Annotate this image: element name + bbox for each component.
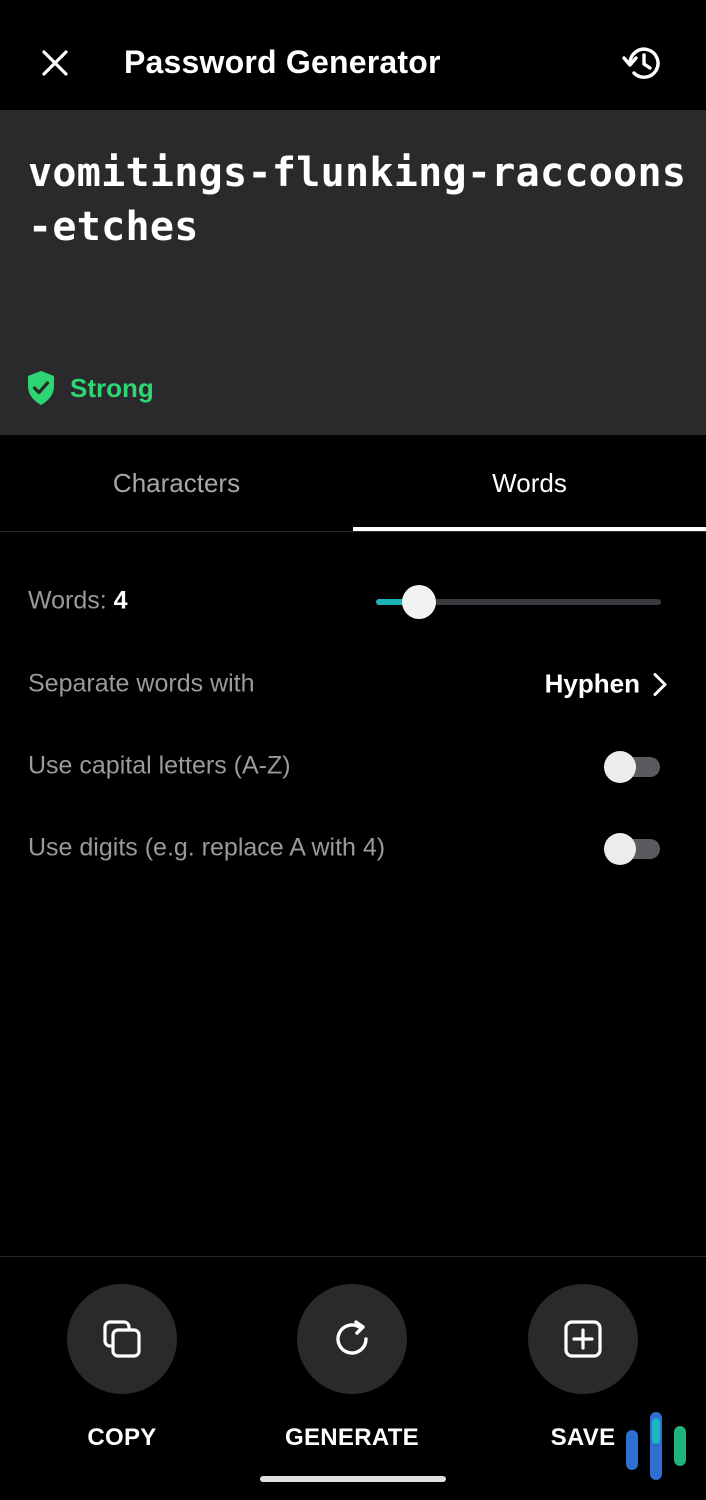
save-label: SAVE: [550, 1424, 616, 1451]
save-button-circle[interactable]: [528, 1284, 638, 1394]
password-generator-screen: Password Generator vomitings-flunking-ra…: [0, 0, 706, 1500]
words-count-label: Words: 4: [28, 586, 128, 615]
capitals-row: Use capital letters (A-Z): [0, 731, 706, 801]
words-count-row: Words: 4: [0, 566, 706, 636]
toggle-knob: [604, 751, 636, 783]
separator-row[interactable]: Separate words with Hyphen: [0, 649, 706, 719]
separator-value: Hyphen: [544, 668, 640, 699]
slider-thumb[interactable]: [402, 585, 436, 619]
page-title: Password Generator: [124, 44, 441, 80]
copy-button[interactable]: COPY: [22, 1284, 222, 1454]
copy-label: COPY: [87, 1424, 157, 1451]
chevron-right-icon: [653, 672, 667, 696]
capitals-label: Use capital letters (A-Z): [28, 751, 291, 780]
generated-password[interactable]: vomitings-flunking-raccoons-etches: [28, 146, 688, 254]
bottom-divider: [0, 1256, 706, 1257]
password-display: vomitings-flunking-raccoons-etches Stron…: [0, 110, 706, 435]
words-count-slider[interactable]: [376, 585, 661, 619]
watermark-logo-icon: [626, 1412, 686, 1480]
active-tab-indicator: [353, 527, 706, 531]
history-button[interactable]: [610, 30, 676, 96]
toggle-knob: [604, 833, 636, 865]
digits-label: Use digits (e.g. replace A with 4): [28, 833, 386, 862]
generate-button-circle[interactable]: [297, 1284, 407, 1394]
history-icon: [622, 47, 660, 79]
digits-toggle[interactable]: [604, 833, 660, 865]
add-box-icon: [564, 1320, 602, 1358]
strength-label: Strong: [70, 372, 154, 403]
tab-characters[interactable]: Characters: [0, 435, 353, 532]
mode-tabs: Characters Words: [0, 435, 706, 532]
tab-words[interactable]: Words: [353, 435, 706, 532]
shield-check-icon: [28, 371, 54, 405]
separator-label: Separate words with: [28, 669, 255, 698]
digits-row: Use digits (e.g. replace A with 4): [0, 813, 706, 883]
app-header: Password Generator: [0, 0, 706, 110]
strength-indicator: Strong: [26, 368, 154, 408]
generate-label: GENERATE: [285, 1424, 419, 1451]
words-count-value: 4: [113, 586, 128, 615]
copy-icon: [103, 1320, 141, 1358]
capitals-toggle[interactable]: [604, 751, 660, 783]
home-indicator[interactable]: [260, 1476, 446, 1482]
generate-button[interactable]: GENERATE: [252, 1284, 452, 1454]
close-button[interactable]: [22, 30, 88, 96]
copy-button-circle[interactable]: [67, 1284, 177, 1394]
separator-selector[interactable]: Hyphen: [545, 669, 668, 700]
close-icon: [42, 50, 68, 76]
refresh-icon: [336, 1320, 368, 1355]
